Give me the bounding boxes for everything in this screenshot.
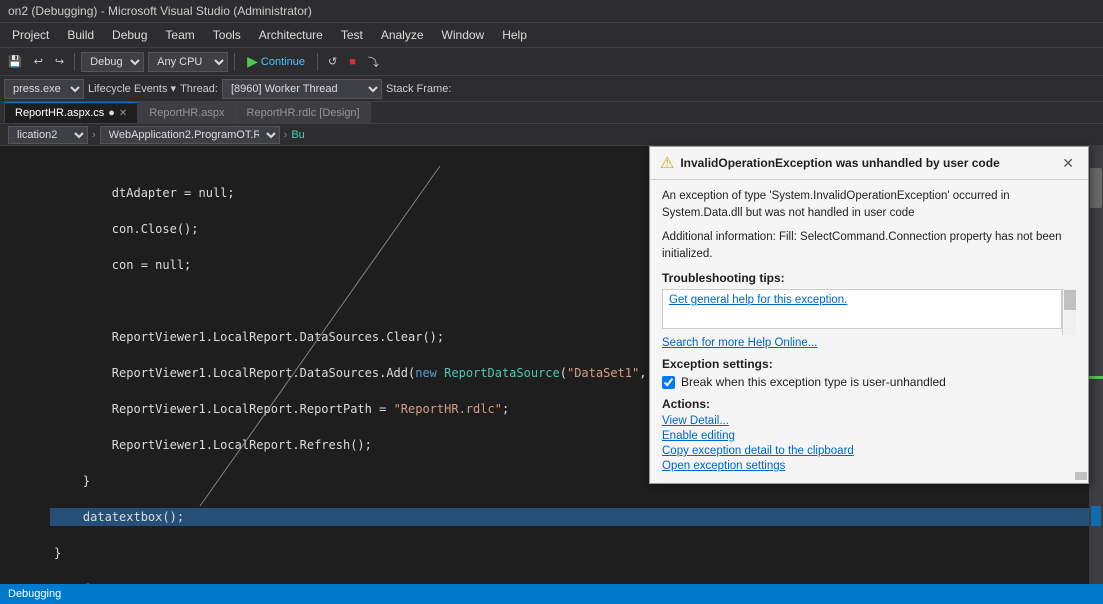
exception-settings-title: Exception settings: [662,357,1076,371]
scroll-marker-2 [1091,506,1101,526]
exception-message2: Additional information: Fill: SelectComm… [662,229,1076,264]
sep3 [317,53,318,71]
menu-item-tools[interactable]: Tools [205,25,249,45]
menu-item-project[interactable]: Project [4,25,57,45]
breadcrumb-separator2: › [284,129,288,141]
enable-editing-link[interactable]: Enable editing [662,430,1076,442]
troubleshooting-section: Troubleshooting tips: Get general help f… [662,271,1076,349]
menu-item-test[interactable]: Test [333,25,371,45]
scroll-marker-1 [1089,376,1103,379]
tip-box: Get general help for this exception. [662,289,1062,329]
sep1 [74,53,75,71]
code-line-11: } [50,544,1089,562]
debug-mode-dropdown[interactable]: Debug [81,52,144,72]
step-over-btn[interactable]: ⤵ [364,52,383,72]
toolbar-save-btn[interactable]: 💾 [4,53,26,70]
scroll-thumb[interactable] [1090,168,1102,208]
title-text: on2 (Debugging) - Microsoft Visual Studi… [8,4,312,18]
menu-bar: Project Build Debug Team Tools Architect… [0,23,1103,48]
restart-btn[interactable]: ↺ [324,53,341,70]
open-settings-link[interactable]: Open exception settings [662,460,1076,472]
menu-item-architecture[interactable]: Architecture [251,25,331,45]
troubleshooting-title: Troubleshooting tips: [662,271,1076,285]
tabs-bar: ReportHR.aspx.cs ● ✕ ReportHR.aspx Repor… [0,102,1103,124]
unhandled-checkbox[interactable] [662,376,675,389]
title-bar: on2 (Debugging) - Microsoft Visual Studi… [0,0,1103,23]
menu-item-analyze[interactable]: Analyze [373,25,432,45]
tab-label-2: ReportHR.rdlc [Design] [247,107,360,119]
toolbar-undo-btn[interactable]: ↩ [30,53,47,70]
checkbox-row: Break when this exception type is user-u… [662,375,1076,389]
stop-btn[interactable]: ■ [345,54,360,70]
status-bar: Debugging [0,584,1103,604]
target-dropdown[interactable]: press.exe [4,79,84,99]
menu-item-build[interactable]: Build [59,25,102,45]
warning-icon: ⚠ [660,153,674,173]
exception-message1: An exception of type 'System.InvalidOper… [662,188,1076,223]
actions-title: Actions: [662,397,1076,411]
tab-dirty-0: ● [108,107,115,119]
tab-reporthr-rdlc[interactable]: ReportHR.rdlc [Design] [236,102,371,123]
tip-content: Get general help for this exception. [662,289,1062,335]
breadcrumb-member-icon: Bu [291,129,304,141]
status-text: Debugging [8,588,61,600]
actions-section: Actions: View Detail... Enable editing C… [662,397,1076,472]
menu-item-help[interactable]: Help [494,25,535,45]
sep2 [234,53,235,71]
tip-area: Get general help for this exception. [662,289,1076,335]
breadcrumb-separator: › [92,129,96,141]
tip-scrollbar[interactable] [1062,289,1076,335]
menu-item-window[interactable]: Window [434,25,493,45]
exception-title-text: InvalidOperationException was unhandled … [680,156,1052,170]
main-toolbar: 💾 ↩ ↪ Debug Any CPU ▶ Continue ↺ ■ ⤵ [0,48,1103,76]
editor-area: dtAdapter = null; con.Close(); con = nul… [0,146,1103,586]
continue-label: Continue [261,56,305,68]
close-icon-0[interactable]: ✕ [119,108,127,119]
exception-dialog: ⚠ InvalidOperationException was unhandle… [649,146,1089,484]
search-help-link[interactable]: Search for more Help Online... [662,337,817,349]
copy-exception-link[interactable]: Copy exception detail to the clipboard [662,445,1076,457]
breadcrumb-project-dropdown[interactable]: lication2 [8,126,88,144]
thread-label: Thread: [180,83,218,95]
tab-label-1: ReportHR.aspx [149,107,224,119]
checkbox-label: Break when this exception type is user-u… [681,375,946,389]
play-icon: ▶ [247,53,258,70]
menu-item-debug[interactable]: Debug [104,25,155,45]
line-numbers [14,146,50,586]
stack-frame-label: Stack Frame: [386,83,451,95]
code-line-10: datatextbox(); [50,508,1089,526]
editor-scrollbar[interactable] [1089,146,1103,586]
breadcrumb-namespace-dropdown[interactable]: WebApplication2.ProgramOT.ReportHR.Repor… [100,126,280,144]
breadcrumb-bar: lication2 › WebApplication2.ProgramOT.Re… [0,124,1103,146]
thread-dropdown[interactable]: [8960] Worker Thread [222,79,382,99]
tab-reporthr-aspx[interactable]: ReportHR.aspx [138,102,235,123]
menu-item-team[interactable]: Team [157,25,202,45]
continue-button[interactable]: ▶ Continue [241,51,311,72]
debug-toolbar: press.exe Lifecycle Events ▾ Thread: [89… [0,76,1103,102]
tab-reporthr-cs[interactable]: ReportHR.aspx.cs ● ✕ [4,102,138,123]
view-detail-link[interactable]: View Detail... [662,415,1076,427]
platform-dropdown[interactable]: Any CPU [148,52,228,72]
tab-label-0: ReportHR.aspx.cs [15,107,104,119]
lifecycle-label: Lifecycle Events ▾ [88,82,176,95]
gutter [0,146,14,586]
exception-title-bar: ⚠ InvalidOperationException was unhandle… [650,147,1088,180]
tip-link[interactable]: Get general help for this exception. [669,294,847,306]
exception-settings-section: Exception settings: Break when this exce… [662,357,1076,389]
exception-close-button[interactable]: ✕ [1058,155,1078,172]
exception-body: An exception of type 'System.InvalidOper… [650,180,1088,483]
toolbar-redo-btn[interactable]: ↪ [51,53,68,70]
